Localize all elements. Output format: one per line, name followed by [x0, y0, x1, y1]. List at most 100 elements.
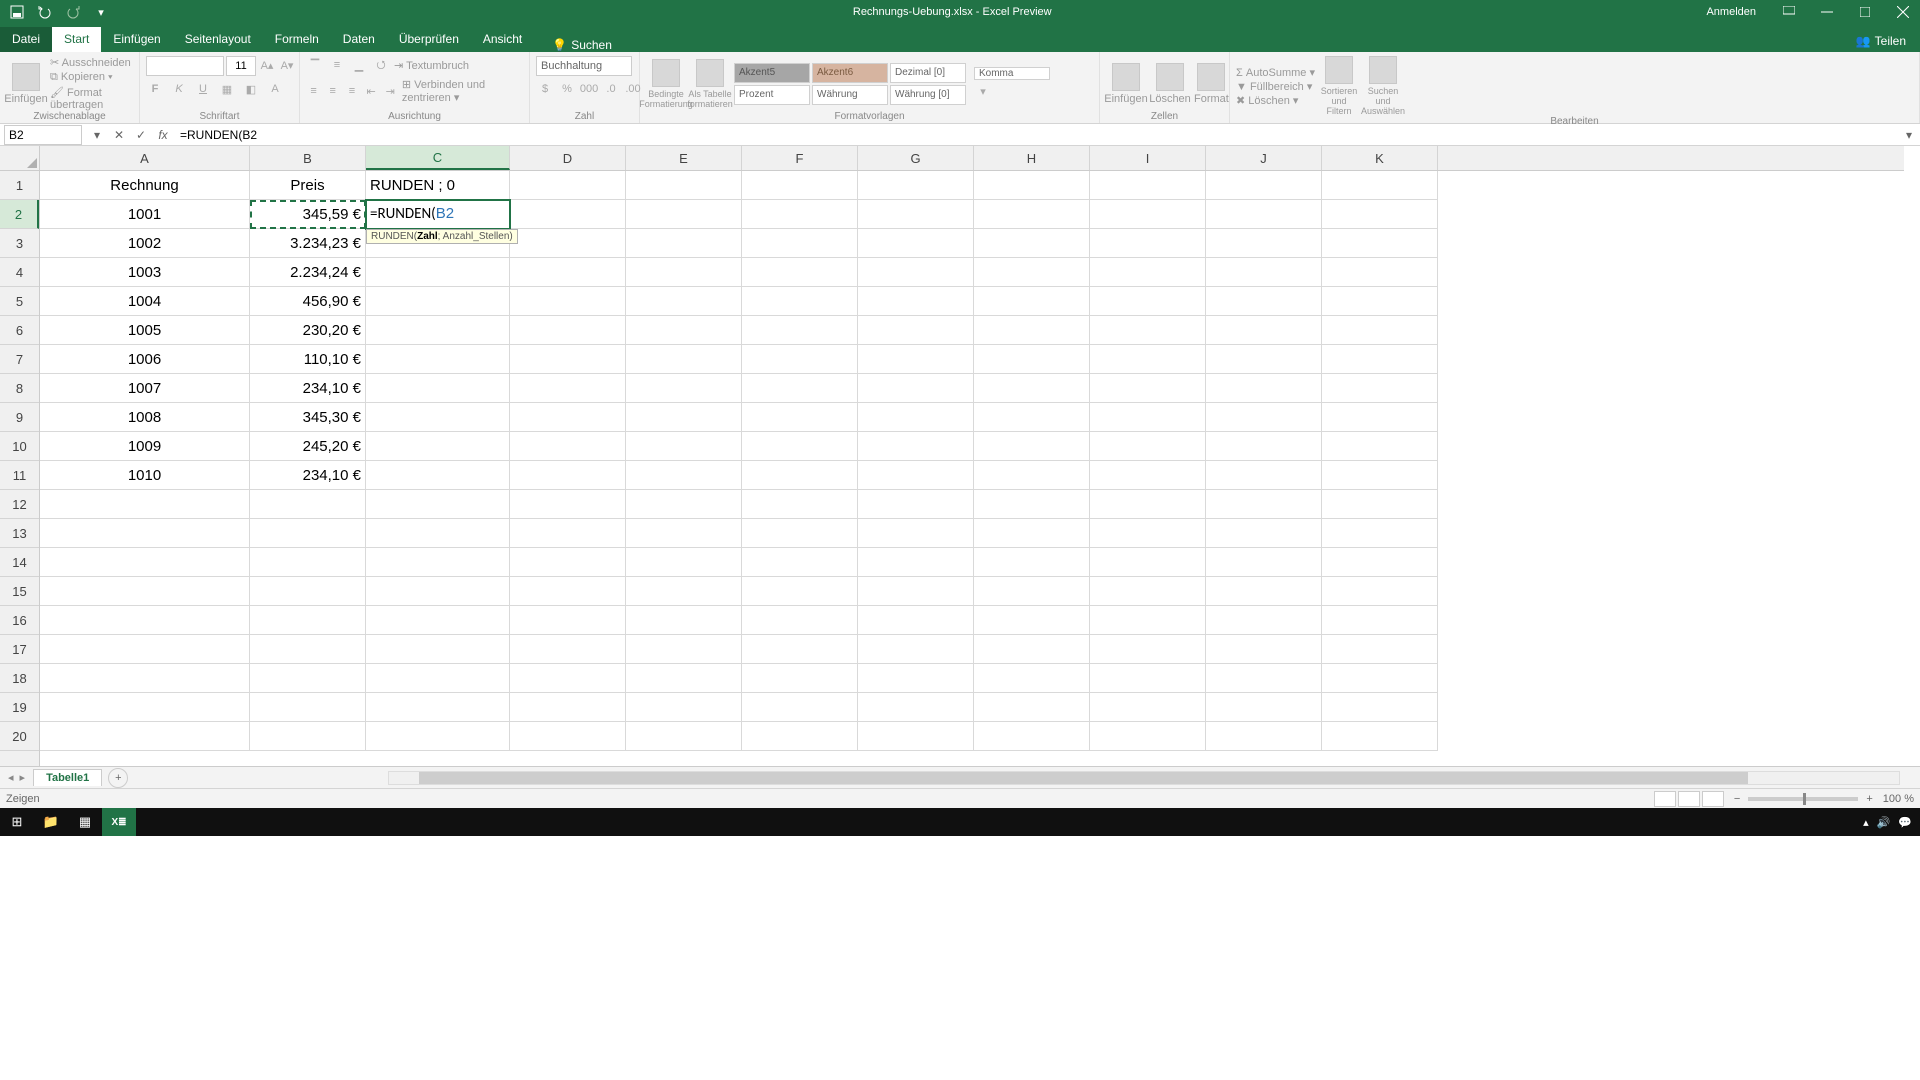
cell-G2[interactable] — [858, 200, 974, 229]
decrease-decimal-icon[interactable]: .0 — [602, 80, 620, 98]
zoom-level[interactable]: 100 % — [1883, 793, 1914, 805]
cell-E10[interactable] — [626, 432, 742, 461]
cell-G3[interactable] — [858, 229, 974, 258]
cell-C12[interactable] — [366, 490, 510, 519]
row-header-17[interactable]: 17 — [0, 635, 39, 664]
column-header-C[interactable]: C — [366, 146, 510, 170]
cell-C6[interactable] — [366, 316, 510, 345]
cell-H4[interactable] — [974, 258, 1090, 287]
row-header-6[interactable]: 6 — [0, 316, 39, 345]
cell-D18[interactable] — [510, 664, 626, 693]
cell-I13[interactable] — [1090, 519, 1206, 548]
cell-B14[interactable] — [250, 548, 366, 577]
cell-E6[interactable] — [626, 316, 742, 345]
sheet-nav-first-icon[interactable]: ◂ — [8, 771, 14, 784]
cell-J19[interactable] — [1206, 693, 1322, 722]
cell-E15[interactable] — [626, 577, 742, 606]
cell-J5[interactable] — [1206, 287, 1322, 316]
cell-F12[interactable] — [742, 490, 858, 519]
undo-icon[interactable] — [36, 3, 54, 21]
number-format-select[interactable] — [536, 56, 632, 76]
cell-G5[interactable] — [858, 287, 974, 316]
cell-F7[interactable] — [742, 345, 858, 374]
cell-E11[interactable] — [626, 461, 742, 490]
cell-B7[interactable]: 110,10 € — [250, 345, 366, 374]
format-cells-button[interactable]: Format — [1194, 63, 1229, 105]
cell-H14[interactable] — [974, 548, 1090, 577]
cell-F6[interactable] — [742, 316, 858, 345]
cell-K8[interactable] — [1322, 374, 1438, 403]
cell-J10[interactable] — [1206, 432, 1322, 461]
cell-I2[interactable] — [1090, 200, 1206, 229]
insert-function-icon[interactable]: fx — [152, 125, 174, 145]
cell-G20[interactable] — [858, 722, 974, 751]
cell-G14[interactable] — [858, 548, 974, 577]
row-header-4[interactable]: 4 — [0, 258, 39, 287]
cell-I19[interactable] — [1090, 693, 1206, 722]
taskbar-browser-icon[interactable]: ▦ — [68, 808, 102, 836]
name-box[interactable]: B2 — [4, 125, 82, 145]
cell-E1[interactable] — [626, 171, 742, 200]
cell-F15[interactable] — [742, 577, 858, 606]
tab-insert[interactable]: Einfügen — [101, 27, 172, 52]
save-icon[interactable] — [8, 3, 26, 21]
style-waehrung[interactable]: Währung — [812, 85, 888, 105]
tab-review[interactable]: Überprüfen — [387, 27, 471, 52]
cell-J2[interactable] — [1206, 200, 1322, 229]
tab-formulas[interactable]: Formeln — [263, 27, 331, 52]
cell-A15[interactable] — [40, 577, 250, 606]
cell-styles-gallery[interactable]: Akzent5 Akzent6 Dezimal [0] Prozent Währ… — [734, 63, 966, 105]
align-top-icon[interactable]: ▔ — [306, 56, 324, 74]
row-header-8[interactable]: 8 — [0, 374, 39, 403]
cell-H20[interactable] — [974, 722, 1090, 751]
tab-data[interactable]: Daten — [331, 27, 387, 52]
cell-B1[interactable]: Preis — [250, 171, 366, 200]
cell-E5[interactable] — [626, 287, 742, 316]
cell-K1[interactable] — [1322, 171, 1438, 200]
sheet-tab-active[interactable]: Tabelle1 — [33, 769, 102, 786]
cell-I3[interactable] — [1090, 229, 1206, 258]
redo-icon[interactable] — [64, 3, 82, 21]
cell-G15[interactable] — [858, 577, 974, 606]
cell-H2[interactable] — [974, 200, 1090, 229]
cell-G18[interactable] — [858, 664, 974, 693]
cell-I20[interactable] — [1090, 722, 1206, 751]
cell-C15[interactable] — [366, 577, 510, 606]
cut-button[interactable]: ✂ Ausschneiden — [50, 56, 133, 69]
cell-H6[interactable] — [974, 316, 1090, 345]
cancel-formula-icon[interactable]: ✕ — [108, 125, 130, 145]
cell-I17[interactable] — [1090, 635, 1206, 664]
insert-cells-button[interactable]: Einfügen — [1106, 63, 1146, 105]
column-header-K[interactable]: K — [1322, 146, 1438, 170]
cell-K2[interactable] — [1322, 200, 1438, 229]
cell-I11[interactable] — [1090, 461, 1206, 490]
cell-K18[interactable] — [1322, 664, 1438, 693]
cell-C9[interactable] — [366, 403, 510, 432]
view-page-break-icon[interactable] — [1702, 791, 1724, 807]
cell-K16[interactable] — [1322, 606, 1438, 635]
cell-A3[interactable]: 1002 — [40, 229, 250, 258]
cell-G12[interactable] — [858, 490, 974, 519]
tray-chevron up-icon[interactable]: ▴ — [1863, 816, 1869, 829]
cell-C16[interactable] — [366, 606, 510, 635]
cell-A17[interactable] — [40, 635, 250, 664]
cell-H10[interactable] — [974, 432, 1090, 461]
cell-C5[interactable] — [366, 287, 510, 316]
cell-D14[interactable] — [510, 548, 626, 577]
cell-D17[interactable] — [510, 635, 626, 664]
column-header-E[interactable]: E — [626, 146, 742, 170]
cell-G4[interactable] — [858, 258, 974, 287]
cell-E8[interactable] — [626, 374, 742, 403]
cell-K6[interactable] — [1322, 316, 1438, 345]
cell-B4[interactable]: 2.234,24 € — [250, 258, 366, 287]
cell-D11[interactable] — [510, 461, 626, 490]
column-header-I[interactable]: I — [1090, 146, 1206, 170]
cell-H19[interactable] — [974, 693, 1090, 722]
tab-view[interactable]: Ansicht — [471, 27, 534, 52]
border-button[interactable]: ▦ — [218, 80, 236, 98]
column-header-A[interactable]: A — [40, 146, 250, 170]
styles-more-icon[interactable]: ▾ — [974, 82, 992, 100]
cell-A5[interactable]: 1004 — [40, 287, 250, 316]
cell-B17[interactable] — [250, 635, 366, 664]
cell-J16[interactable] — [1206, 606, 1322, 635]
